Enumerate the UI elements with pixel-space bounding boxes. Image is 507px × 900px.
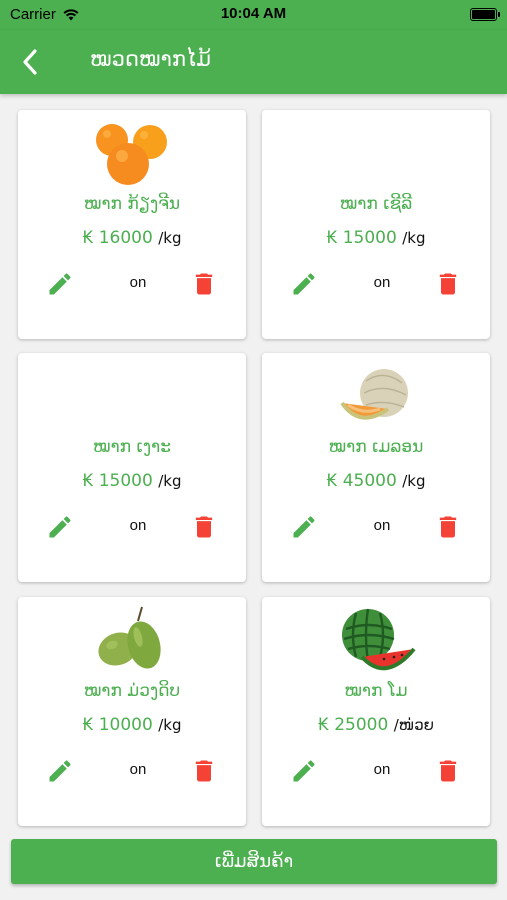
product-image [262,116,490,192]
status-toggle[interactable]: on [118,517,158,534]
price-unit: /ໜ່ວຍ [393,716,434,734]
product-image [262,359,490,435]
currency-symbol: ₭ [326,228,338,248]
product-price: ₭ 45000 /kg [262,471,490,491]
trash-icon [195,273,213,295]
currency-symbol: ₭ [317,715,329,735]
product-card[interactable]: ໝາກ ມ່ວງດິບ ₭ 10000 /kg on [18,597,246,826]
app-bar: ໝວດໝາກໄມ້ [0,30,507,94]
edit-button[interactable] [290,270,318,298]
price-value: 10000 [98,715,153,735]
price-unit: /kg [158,472,182,490]
product-price: ₭ 10000 /kg [18,715,246,735]
trash-icon [195,516,213,538]
price-value: 15000 [98,471,153,491]
product-name: ໝາກ ກ້ຽງຈີນ [83,194,181,214]
edit-button[interactable] [290,757,318,785]
status-toggle[interactable]: on [362,517,402,534]
currency-symbol: ₭ [82,471,94,491]
pencil-icon [49,516,71,538]
pencil-icon [49,273,71,295]
orange-image [96,124,167,185]
price-value: 45000 [342,471,397,491]
mango-image [98,606,161,669]
delete-button[interactable] [190,757,218,785]
price-unit: /kg [402,472,426,490]
product-price: ₭ 16000 /kg [18,228,246,248]
price-value: 16000 [98,228,153,248]
watermelon-image [342,608,416,671]
delete-button[interactable] [190,270,218,298]
edit-button[interactable] [46,757,74,785]
edit-button[interactable] [290,513,318,541]
product-name: ໝາກ ເຊີລີ [339,194,413,214]
product-image [18,116,246,192]
clock: 10:04 AM [220,5,287,22]
price-unit: /kg [402,229,426,247]
trash-icon [439,273,457,295]
page-title: ໝວດໝາກໄມ້ [90,47,211,71]
price-value: 25000 [334,715,389,735]
product-name: ໝາກ ເງາະ [93,437,171,457]
pencil-icon [293,273,315,295]
delete-button[interactable] [190,513,218,541]
product-price: ₭ 15000 /kg [262,228,490,248]
status-toggle[interactable]: on [362,274,402,291]
delete-button[interactable] [434,270,462,298]
product-image [262,603,490,679]
trash-icon [439,516,457,538]
price-unit: /kg [158,716,182,734]
trash-icon [439,760,457,782]
edit-button[interactable] [46,270,74,298]
currency-symbol: ₭ [82,715,94,735]
product-card[interactable]: ໝາກ ກ້ຽງຈີນ ₭ 16000 /kg on [18,110,246,339]
status-toggle[interactable]: on [118,761,158,778]
pencil-icon [293,516,315,538]
add-product-button[interactable]: ເພີ່ມສິນຄ້າ [11,839,497,884]
product-card[interactable]: ໝາກ ເຊີລີ ₭ 15000 /kg on [262,110,490,339]
price-value: 15000 [342,228,397,248]
chevron-left-icon [23,49,37,75]
delete-button[interactable] [434,757,462,785]
melon-image [340,369,408,420]
edit-button[interactable] [46,513,74,541]
product-price: ₭ 25000 /ໜ່ວຍ [262,715,490,735]
battery-icon [470,8,500,21]
product-name: ໝາກ ເມລອນ [328,437,424,457]
product-image [18,603,246,679]
product-card[interactable]: ໝາກ ໂມ ₭ 25000 /ໜ່ວຍ on [262,597,490,826]
price-unit: /kg [158,229,182,247]
product-card[interactable]: ໝາກ ເມລອນ ₭ 45000 /kg on [262,353,490,582]
product-image [18,359,246,435]
product-card[interactable]: ໝາກ ເງາະ ₭ 15000 /kg on [18,353,246,582]
pencil-icon [293,760,315,782]
delete-button[interactable] [434,513,462,541]
status-bar: Carrier 10:04 AM [0,0,507,30]
product-name: ໝາກ ໂມ [344,681,408,701]
trash-icon [195,760,213,782]
pencil-icon [49,760,71,782]
product-price: ₭ 15000 /kg [18,471,246,491]
currency-symbol: ₭ [82,228,94,248]
status-toggle[interactable]: on [118,274,158,291]
status-toggle[interactable]: on [362,761,402,778]
product-name: ໝາກ ມ່ວງດິບ [83,681,181,701]
back-button[interactable] [14,46,46,78]
currency-symbol: ₭ [326,471,338,491]
